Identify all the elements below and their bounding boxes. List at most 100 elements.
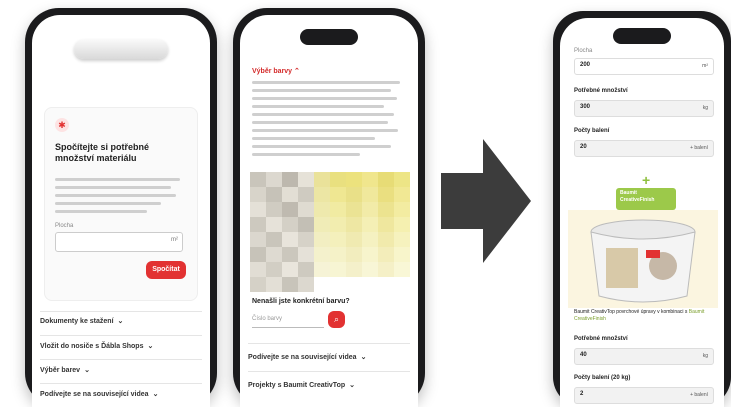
color-swatch[interactable] (378, 277, 394, 292)
color-swatch[interactable] (362, 262, 378, 277)
color-swatch[interactable] (282, 202, 298, 217)
color-swatch[interactable] (346, 247, 362, 262)
color-swatch[interactable] (314, 187, 330, 202)
color-swatch[interactable] (298, 247, 314, 262)
accordion-videos[interactable]: Podívejte se na související videa ⌄ (248, 353, 410, 361)
color-swatch[interactable] (330, 217, 346, 232)
color-swatch[interactable] (378, 202, 394, 217)
color-swatch[interactable] (298, 232, 314, 247)
color-swatch[interactable] (298, 277, 314, 292)
color-swatch[interactable] (362, 172, 378, 187)
search-icon[interactable]: ⌕ (328, 311, 345, 328)
accordion-videos[interactable]: Podívejte se na související videa ⌄ (40, 390, 202, 398)
color-swatch[interactable] (346, 262, 362, 277)
accordion-projects[interactable]: Projekty s Baumit CreativTop ⌄ (248, 381, 410, 389)
color-swatch[interactable] (314, 172, 330, 187)
color-swatch[interactable] (266, 262, 282, 277)
color-swatch[interactable] (378, 262, 394, 277)
color-swatch[interactable] (362, 217, 378, 232)
color-swatch[interactable] (394, 202, 410, 217)
color-swatch[interactable] (346, 202, 362, 217)
color-swatch[interactable] (282, 277, 298, 292)
color-swatch[interactable] (330, 202, 346, 217)
color-swatch[interactable] (362, 232, 378, 247)
color-swatch[interactable] (330, 262, 346, 277)
color-swatch[interactable] (362, 202, 378, 217)
color-swatch[interactable] (378, 217, 394, 232)
color-swatch[interactable] (378, 247, 394, 262)
color-swatch[interactable] (250, 202, 266, 217)
color-swatch[interactable] (314, 277, 330, 292)
need-label-2: Potřebné množství (574, 336, 628, 342)
color-swatch[interactable] (282, 247, 298, 262)
color-search-input[interactable]: Číslo barvy (252, 311, 324, 328)
color-swatch[interactable] (330, 277, 346, 292)
color-swatch[interactable] (298, 172, 314, 187)
color-swatch[interactable] (250, 187, 266, 202)
calculate-button[interactable]: Spočítat (146, 261, 186, 279)
color-swatch[interactable] (394, 262, 410, 277)
color-swatch[interactable] (362, 277, 378, 292)
area-label: Plocha (574, 48, 593, 54)
color-swatch[interactable] (362, 187, 378, 202)
color-swatch[interactable] (250, 262, 266, 277)
color-swatch[interactable] (314, 262, 330, 277)
color-swatch[interactable] (330, 172, 346, 187)
color-swatch[interactable] (346, 232, 362, 247)
color-swatch[interactable] (250, 217, 266, 232)
color-swatch[interactable] (282, 172, 298, 187)
accordion-shop[interactable]: Vložit do nosiče s Ďábla Shops ⌄ (40, 342, 202, 350)
color-swatch[interactable] (378, 232, 394, 247)
color-swatch[interactable] (330, 187, 346, 202)
color-swatch[interactable] (330, 247, 346, 262)
color-swatch[interactable] (266, 187, 282, 202)
color-swatch[interactable] (266, 277, 282, 292)
area-input[interactable]: 200 m² (574, 58, 714, 75)
color-swatch[interactable] (346, 277, 362, 292)
color-swatch[interactable] (346, 172, 362, 187)
color-swatch[interactable] (394, 232, 410, 247)
accordion-documents[interactable]: Dokumenty ke stažení ⌄ (40, 317, 202, 325)
color-swatch[interactable] (266, 247, 282, 262)
color-swatch[interactable] (314, 217, 330, 232)
calculator-intro-text (55, 178, 187, 218)
color-swatch[interactable] (314, 247, 330, 262)
color-swatch[interactable] (250, 247, 266, 262)
color-swatch[interactable] (394, 277, 410, 292)
divider (248, 371, 410, 372)
color-swatch[interactable] (346, 217, 362, 232)
color-swatch[interactable] (282, 262, 298, 277)
color-swatch[interactable] (394, 217, 410, 232)
chevron-down-icon: ⌄ (152, 391, 159, 398)
color-swatch[interactable] (394, 172, 410, 187)
color-swatch[interactable] (266, 217, 282, 232)
color-swatch[interactable] (314, 232, 330, 247)
color-swatch[interactable] (266, 232, 282, 247)
color-swatch[interactable] (266, 172, 282, 187)
color-swatch[interactable] (282, 187, 298, 202)
phone-screen: ✱ Spočítejte si potřebné množství materi… (32, 15, 210, 407)
color-swatch[interactable] (282, 232, 298, 247)
color-swatch[interactable] (298, 217, 314, 232)
area-input[interactable]: m² (55, 232, 183, 252)
color-swatch[interactable] (298, 262, 314, 277)
arrow-right-icon (441, 139, 531, 263)
color-swatch[interactable] (266, 202, 282, 217)
color-swatch[interactable] (330, 232, 346, 247)
color-swatch[interactable] (314, 202, 330, 217)
accordion-colors[interactable]: Výběr barev ⌄ (40, 366, 202, 374)
color-section-title[interactable]: Výběr barvy ⌃ (252, 67, 300, 75)
need-output-2: 40 kg (574, 348, 714, 365)
color-swatch[interactable] (250, 277, 266, 292)
color-swatch[interactable] (378, 187, 394, 202)
color-swatch[interactable] (282, 217, 298, 232)
color-swatch[interactable] (298, 202, 314, 217)
color-swatch[interactable] (394, 247, 410, 262)
color-swatch[interactable] (250, 232, 266, 247)
color-swatch[interactable] (346, 187, 362, 202)
color-swatch[interactable] (250, 172, 266, 187)
color-swatch[interactable] (298, 187, 314, 202)
color-swatch[interactable] (362, 247, 378, 262)
color-swatch[interactable] (378, 172, 394, 187)
color-swatch[interactable] (394, 187, 410, 202)
